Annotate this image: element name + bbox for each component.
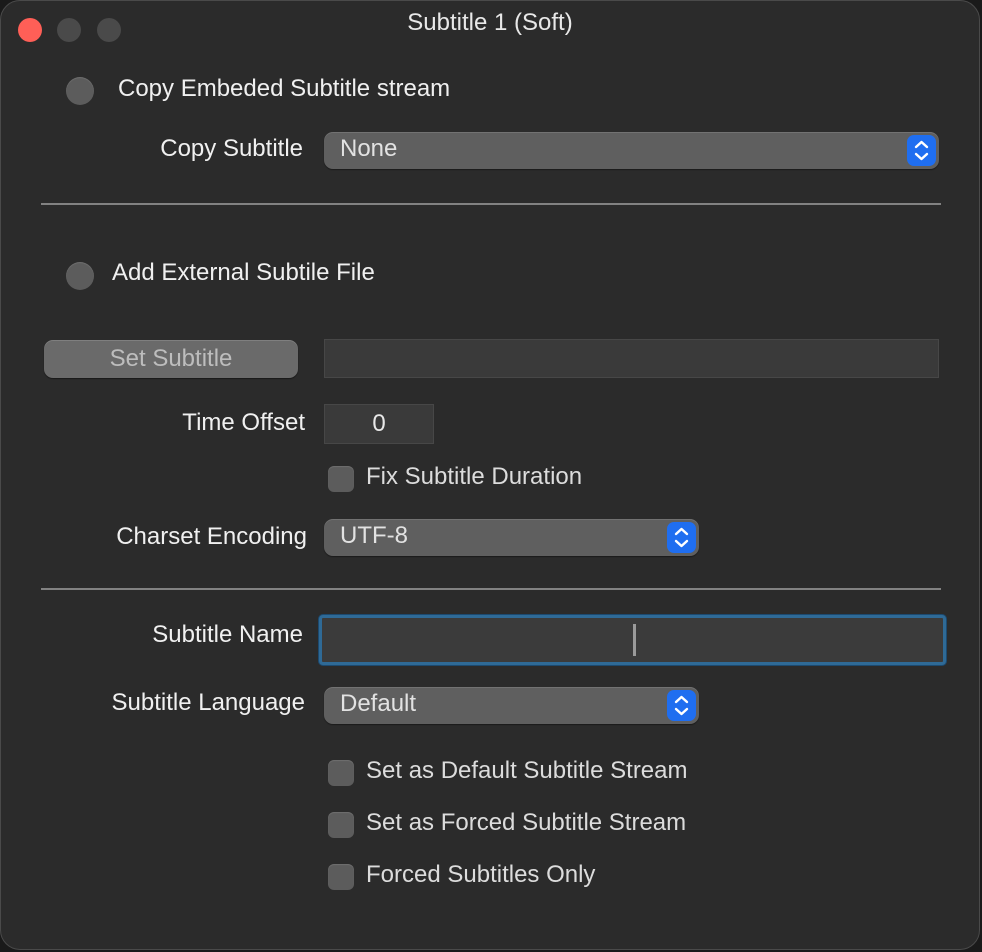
set-subtitle-button[interactable]: Set Subtitle: [44, 340, 298, 378]
forced-stream-checkbox[interactable]: [328, 812, 354, 838]
copy-subtitle-popup[interactable]: None: [324, 132, 939, 169]
copy-subtitle-label: Copy Subtitle: [160, 135, 303, 162]
default-stream-checkbox[interactable]: [328, 760, 354, 786]
time-offset-label: Time Offset: [182, 409, 305, 436]
section-divider: [41, 203, 941, 205]
subtitle-language-value: Default: [340, 690, 417, 717]
add-external-label: Add External Subtile File: [112, 259, 375, 286]
text-caret: [633, 624, 636, 656]
chevron-up-down-icon: [907, 135, 936, 166]
title-bar: Subtitle 1 (Soft): [1, 1, 979, 47]
subtitle-name-label: Subtitle Name: [152, 621, 303, 648]
copy-embedded-label: Copy Embeded Subtitle stream: [118, 75, 451, 102]
section-divider: [41, 588, 941, 590]
window-title: Subtitle 1 (Soft): [407, 9, 573, 36]
subtitle-window: Subtitle 1 (Soft) Copy Embeded Subtitle …: [0, 0, 980, 950]
subtitle-language-popup[interactable]: Default: [324, 687, 699, 724]
subtitle-name-field[interactable]: [319, 615, 946, 665]
fix-duration-checkbox[interactable]: [328, 466, 354, 492]
charset-encoding-label: Charset Encoding: [116, 523, 307, 550]
chevron-up-down-icon: [667, 522, 696, 553]
chevron-up-down-icon: [667, 690, 696, 721]
time-offset-field[interactable]: 0: [324, 404, 434, 444]
copy-embedded-radio[interactable]: [66, 77, 94, 105]
forced-only-checkbox[interactable]: [328, 864, 354, 890]
fix-duration-label: Fix Subtitle Duration: [366, 463, 583, 490]
charset-encoding-popup[interactable]: UTF-8: [324, 519, 699, 556]
forced-only-label: Forced Subtitles Only: [366, 861, 596, 888]
subtitle-language-label: Subtitle Language: [111, 689, 306, 716]
subtitle-file-path-field[interactable]: [324, 339, 939, 378]
default-stream-label: Set as Default Subtitle Stream: [366, 757, 688, 784]
charset-encoding-value: UTF-8: [340, 522, 408, 549]
forced-stream-label: Set as Forced Subtitle Stream: [366, 809, 687, 836]
add-external-radio[interactable]: [66, 262, 94, 290]
copy-subtitle-value: None: [340, 135, 398, 162]
